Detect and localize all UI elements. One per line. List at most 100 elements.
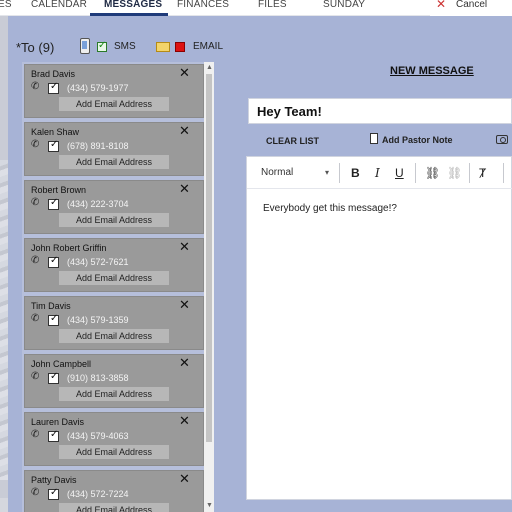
recipient-name: Patty Davis — [31, 475, 77, 485]
tab-sunday[interactable]: SUNDAY — [323, 0, 365, 16]
scroll-up-icon[interactable]: ▲ — [206, 64, 213, 71]
add-pastor-note-button[interactable]: Add Pastor Note — [382, 135, 453, 145]
recipient-name: Brad Davis — [31, 69, 76, 79]
recipient-card: Kalen Shaw ✕ ✆ (678) 891-8108 Add Email … — [24, 122, 204, 176]
phone-icon — [80, 38, 90, 54]
email-checkbox[interactable] — [175, 42, 185, 52]
tab-es[interactable]: ES — [0, 0, 12, 16]
new-message-title: NEW MESSAGE — [390, 65, 474, 77]
remove-recipient-icon[interactable]: ✕ — [179, 65, 190, 81]
recipient-name: Tim Davis — [31, 301, 71, 311]
phone-icon: ✆ — [31, 255, 40, 266]
clear-format-icon[interactable]: Ⱦ — [479, 166, 486, 180]
sms-recipient-checkbox[interactable] — [48, 81, 59, 94]
recipient-card: Tim Davis ✕ ✆ (434) 579-1359 Add Email A… — [24, 296, 204, 350]
close-icon: ✕ — [436, 0, 447, 11]
recipient-card: Lauren Davis ✕ ✆ (434) 579-4063 Add Emai… — [24, 412, 204, 466]
sms-recipient-checkbox[interactable] — [48, 429, 59, 442]
cancel-label: Cancel — [456, 0, 488, 10]
add-email-button[interactable]: Add Email Address — [59, 387, 169, 401]
email-label: EMAIL — [193, 41, 224, 52]
recipient-name: John Robert Griffin — [31, 243, 107, 253]
phone-icon: ✆ — [31, 313, 40, 324]
subject-field[interactable]: Hey Team! — [248, 98, 512, 124]
toolbar-divider — [503, 163, 504, 183]
recipient-name: Lauren Davis — [31, 417, 85, 427]
tab-finances[interactable]: FINANCES — [177, 0, 229, 16]
recipient-card: Patty Davis ✕ ✆ (434) 572-7224 Add Email… — [24, 470, 204, 512]
italic-button[interactable]: I — [375, 166, 380, 180]
toolbar-divider — [339, 163, 340, 183]
phone-icon: ✆ — [31, 487, 40, 498]
sms-checkbox[interactable] — [97, 40, 107, 52]
envelope-icon — [156, 42, 170, 52]
sms-recipient-checkbox[interactable] — [48, 487, 59, 500]
recipient-phone: (434) 572-7621 — [67, 257, 129, 267]
remove-recipient-icon[interactable]: ✕ — [179, 239, 190, 255]
remove-recipient-icon[interactable]: ✕ — [179, 413, 190, 429]
add-email-button[interactable]: Add Email Address — [59, 271, 169, 285]
scroll-down-icon[interactable]: ▼ — [206, 502, 213, 509]
sms-recipient-checkbox[interactable] — [48, 139, 59, 152]
recipient-card: John Campbell ✕ ✆ (910) 813-3858 Add Ema… — [24, 354, 204, 408]
remove-recipient-icon[interactable]: ✕ — [179, 181, 190, 197]
sms-label: SMS — [114, 41, 136, 52]
recipient-name: John Campbell — [31, 359, 92, 369]
recipient-name: Kalen Shaw — [31, 127, 80, 137]
underline-button[interactable]: U — [395, 166, 404, 180]
tab-calendar[interactable]: CALENDAR — [31, 0, 87, 16]
toolbar-divider — [469, 163, 470, 183]
recipient-name: Robert Brown — [31, 185, 87, 195]
camera-icon[interactable] — [496, 135, 508, 144]
phone-icon: ✆ — [31, 139, 40, 150]
link-icon[interactable]: ⛓ — [425, 166, 440, 180]
message-body[interactable]: Everybody get this message!? — [263, 203, 397, 214]
tab-files[interactable]: FILES — [258, 0, 287, 16]
phone-icon: ✆ — [31, 81, 40, 92]
sms-recipient-checkbox[interactable] — [48, 371, 59, 384]
add-email-button[interactable]: Add Email Address — [59, 155, 169, 169]
add-email-button[interactable]: Add Email Address — [59, 503, 169, 512]
recipient-phone: (434) 579-4063 — [67, 431, 129, 441]
unlink-icon[interactable]: ⛓ — [447, 166, 462, 180]
scrollbar-thumb[interactable] — [206, 74, 212, 442]
phone-icon: ✆ — [31, 197, 40, 208]
recipient-phone: (434) 572-7224 — [67, 489, 129, 499]
clear-list-button[interactable]: CLEAR LIST — [266, 136, 319, 146]
add-email-button[interactable]: Add Email Address — [59, 213, 169, 227]
sms-recipient-checkbox[interactable] — [48, 197, 59, 210]
recipient-phone: (434) 579-1977 — [67, 83, 129, 93]
add-email-button[interactable]: Add Email Address — [59, 97, 169, 111]
format-select[interactable]: Normal ▾ — [253, 163, 333, 183]
phone-icon: ✆ — [31, 371, 40, 382]
recipient-phone: (434) 579-1359 — [67, 315, 129, 325]
add-email-button[interactable]: Add Email Address — [59, 329, 169, 343]
recipient-card: John Robert Griffin ✕ ✆ (434) 572-7621 A… — [24, 238, 204, 292]
sms-recipient-checkbox[interactable] — [48, 255, 59, 268]
format-select-value: Normal — [261, 167, 294, 178]
compose-actions: CLEAR LIST Add Pastor Note — [248, 130, 512, 150]
cancel-button[interactable]: ✕ Cancel — [430, 0, 512, 16]
document-icon — [370, 133, 378, 144]
remove-recipient-icon[interactable]: ✕ — [179, 355, 190, 371]
top-nav: ES CALENDAR MESSAGES FINANCES FILES SUND… — [0, 0, 512, 16]
add-email-button[interactable]: Add Email Address — [59, 445, 169, 459]
remove-recipient-icon[interactable]: ✕ — [179, 471, 190, 487]
recipient-phone: (678) 891-8108 — [67, 141, 129, 151]
recipient-card: Robert Brown ✕ ✆ (434) 222-3704 Add Emai… — [24, 180, 204, 234]
toolbar-divider — [415, 163, 416, 183]
to-label: *To (9) — [16, 40, 55, 55]
recipient-list: Brad Davis ✕ ✆ (434) 579-1977 Add Email … — [22, 62, 214, 512]
recipient-list-scrollbar[interactable]: ▲ ▼ — [204, 62, 214, 512]
phone-icon: ✆ — [31, 429, 40, 440]
remove-recipient-icon[interactable]: ✕ — [179, 123, 190, 139]
sms-recipient-checkbox[interactable] — [48, 313, 59, 326]
recipient-card: Brad Davis ✕ ✆ (434) 579-1977 Add Email … — [24, 64, 204, 118]
remove-recipient-icon[interactable]: ✕ — [179, 297, 190, 313]
recipient-phone: (910) 813-3858 — [67, 373, 129, 383]
bold-button[interactable]: B — [351, 166, 360, 180]
editor-toolbar: Normal ▾ B I U ⛓ ⛓ Ⱦ — [247, 157, 512, 189]
chevron-down-icon: ▾ — [324, 168, 329, 177]
recipient-phone: (434) 222-3704 — [67, 199, 129, 209]
message-editor[interactable]: Normal ▾ B I U ⛓ ⛓ Ⱦ Everybody get this … — [246, 156, 512, 500]
